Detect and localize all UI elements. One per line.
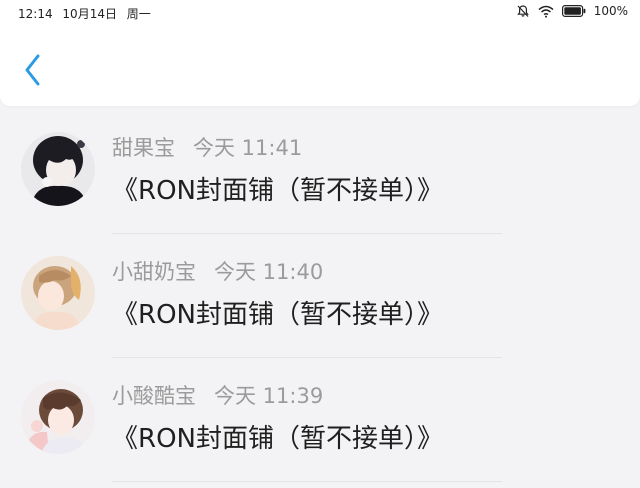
list-item[interactable]: 小甜奶宝 今天 11:40 《RON封面铺（暂不接单）》 (0, 240, 640, 364)
message-time: 今天 11:39 (214, 384, 324, 408)
message-text: 《RON封面铺（暂不接单）》 (112, 424, 443, 454)
avatar[interactable] (21, 256, 95, 330)
back-button[interactable] (18, 52, 50, 88)
status-left: 12:14 10月14日 周一 (18, 5, 157, 22)
status-time: 12:14 (18, 7, 53, 21)
message-text: 《RON封面铺（暂不接单）》 (112, 176, 443, 206)
status-bar: 12:14 10月14日 周一 100% (0, 0, 640, 26)
battery-icon (561, 5, 586, 17)
list-item[interactable]: 小酸酷宝 今天 11:39 《RON封面铺（暂不接单）》 (0, 364, 640, 488)
message-meta: 小甜奶宝 今天 11:40 (112, 256, 323, 286)
message-time: 今天 11:41 (193, 136, 303, 160)
sender-name: 甜果宝 (112, 136, 175, 160)
status-date: 10月14日 (62, 7, 117, 21)
message-time: 今天 11:40 (214, 260, 324, 284)
sender-name: 小甜奶宝 (112, 260, 196, 284)
status-right: 100% (516, 4, 628, 18)
avatar[interactable] (21, 380, 95, 454)
message-list: 甜果宝 今天 11:41 《RON封面铺（暂不接单）》 小甜奶宝 今天 11:40 … (0, 116, 640, 488)
list-item[interactable]: 甜果宝 今天 11:41 《RON封面铺（暂不接单）》 (0, 116, 640, 240)
sender-name: 小酸酷宝 (112, 384, 196, 408)
header-bar (0, 26, 640, 106)
message-text: 《RON封面铺（暂不接单）》 (112, 300, 443, 330)
divider (112, 233, 502, 234)
avatar[interactable] (21, 132, 95, 206)
status-weekday: 周一 (126, 7, 151, 21)
divider (112, 357, 502, 358)
battery-level: 100% (593, 4, 628, 18)
message-meta: 甜果宝 今天 11:41 (112, 132, 302, 162)
chevron-left-icon (25, 54, 40, 86)
message-meta: 小酸酷宝 今天 11:39 (112, 380, 323, 410)
silent-bell-icon (516, 4, 530, 18)
divider (112, 481, 502, 482)
wifi-icon (538, 5, 554, 18)
